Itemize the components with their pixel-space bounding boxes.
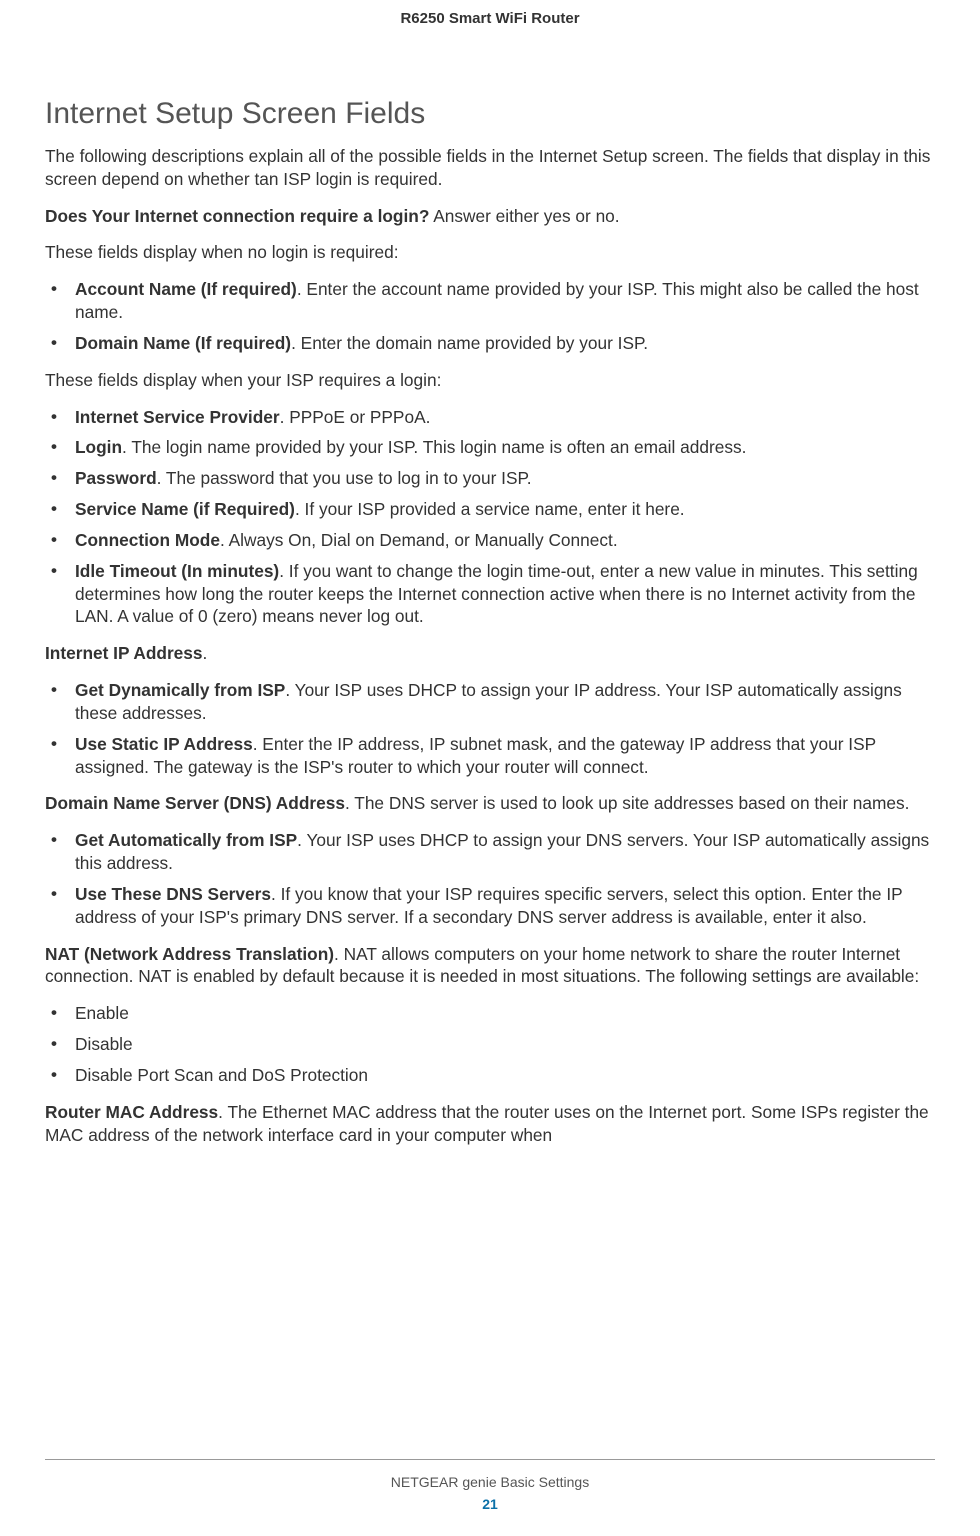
mac-heading: Router MAC Address. The Ethernet MAC add…: [45, 1101, 935, 1147]
list-item: Service Name (if Required). If your ISP …: [45, 498, 935, 521]
list-item: Account Name (If required). Enter the ac…: [45, 278, 935, 324]
item-bold: Login: [75, 437, 122, 457]
item-bold: Account Name (If required): [75, 279, 297, 299]
item-bold: Get Dynamically from ISP: [75, 680, 285, 700]
mac-heading-bold: Router MAC Address: [45, 1102, 218, 1122]
login-question-rest: Answer either yes or no.: [429, 206, 619, 226]
ip-heading: Internet IP Address.: [45, 642, 935, 665]
dns-heading: Domain Name Server (DNS) Address. The DN…: [45, 792, 935, 815]
dns-heading-rest: . The DNS server is used to look up site…: [345, 793, 910, 813]
list-item: Internet Service Provider. PPPoE or PPPo…: [45, 406, 935, 429]
list-item: Domain Name (If required). Enter the dom…: [45, 332, 935, 355]
intro-paragraph: The following descriptions explain all o…: [45, 145, 935, 191]
page-footer: NETGEAR genie Basic Settings 21: [45, 1459, 935, 1512]
ip-heading-rest: .: [203, 643, 208, 663]
item-rest: . Enter the domain name provided by your…: [291, 333, 648, 353]
nat-heading: NAT (Network Address Translation). NAT a…: [45, 943, 935, 989]
item-bold: Domain Name (If required): [75, 333, 291, 353]
login-question: Does Your Internet connection require a …: [45, 205, 935, 228]
ip-list: Get Dynamically from ISP. Your ISP uses …: [45, 679, 935, 778]
login-question-bold: Does Your Internet connection require a …: [45, 206, 429, 226]
item-text: Enable: [75, 1003, 129, 1023]
item-rest: . If your ISP provided a service name, e…: [295, 499, 685, 519]
nat-heading-bold: NAT (Network Address Translation): [45, 944, 334, 964]
nologin-list: Account Name (If required). Enter the ac…: [45, 278, 935, 354]
section-title: Internet Setup Screen Fields: [45, 97, 935, 131]
item-rest: . The login name provided by your ISP. T…: [122, 437, 746, 457]
list-item: Use These DNS Servers. If you know that …: [45, 883, 935, 929]
list-item: Enable: [45, 1002, 935, 1025]
item-bold: Password: [75, 468, 157, 488]
list-item: Idle Timeout (In minutes). If you want t…: [45, 560, 935, 628]
login-list: Internet Service Provider. PPPoE or PPPo…: [45, 406, 935, 629]
dns-heading-bold: Domain Name Server (DNS) Address: [45, 793, 345, 813]
list-item: Use Static IP Address. Enter the IP addr…: [45, 733, 935, 779]
item-bold: Get Automatically from ISP: [75, 830, 297, 850]
dns-list: Get Automatically from ISP. Your ISP use…: [45, 829, 935, 928]
footer-title: NETGEAR genie Basic Settings: [45, 1474, 935, 1490]
nologin-lead: These fields display when no login is re…: [45, 241, 935, 264]
footer-page-number: 21: [45, 1496, 935, 1512]
item-text: Disable Port Scan and DoS Protection: [75, 1065, 368, 1085]
list-item: Get Automatically from ISP. Your ISP use…: [45, 829, 935, 875]
login-lead: These fields display when your ISP requi…: [45, 369, 935, 392]
nat-list: Enable Disable Disable Port Scan and DoS…: [45, 1002, 935, 1086]
item-rest: . Always On, Dial on Demand, or Manually…: [220, 530, 618, 550]
list-item: Password. The password that you use to l…: [45, 467, 935, 490]
item-bold: Connection Mode: [75, 530, 220, 550]
item-bold: Use These DNS Servers: [75, 884, 271, 904]
list-item: Disable: [45, 1033, 935, 1056]
list-item: Connection Mode. Always On, Dial on Dema…: [45, 529, 935, 552]
item-bold: Idle Timeout (In minutes): [75, 561, 279, 581]
list-item: Disable Port Scan and DoS Protection: [45, 1064, 935, 1087]
item-bold: Internet Service Provider: [75, 407, 280, 427]
item-bold: Use Static IP Address: [75, 734, 253, 754]
item-rest: . PPPoE or PPPoA.: [280, 407, 431, 427]
item-text: Disable: [75, 1034, 133, 1054]
item-bold: Service Name (if Required): [75, 499, 295, 519]
doc-header: R6250 Smart WiFi Router: [45, 10, 935, 27]
list-item: Get Dynamically from ISP. Your ISP uses …: [45, 679, 935, 725]
ip-heading-bold: Internet IP Address: [45, 643, 203, 663]
list-item: Login. The login name provided by your I…: [45, 436, 935, 459]
item-rest: . The password that you use to log in to…: [157, 468, 532, 488]
